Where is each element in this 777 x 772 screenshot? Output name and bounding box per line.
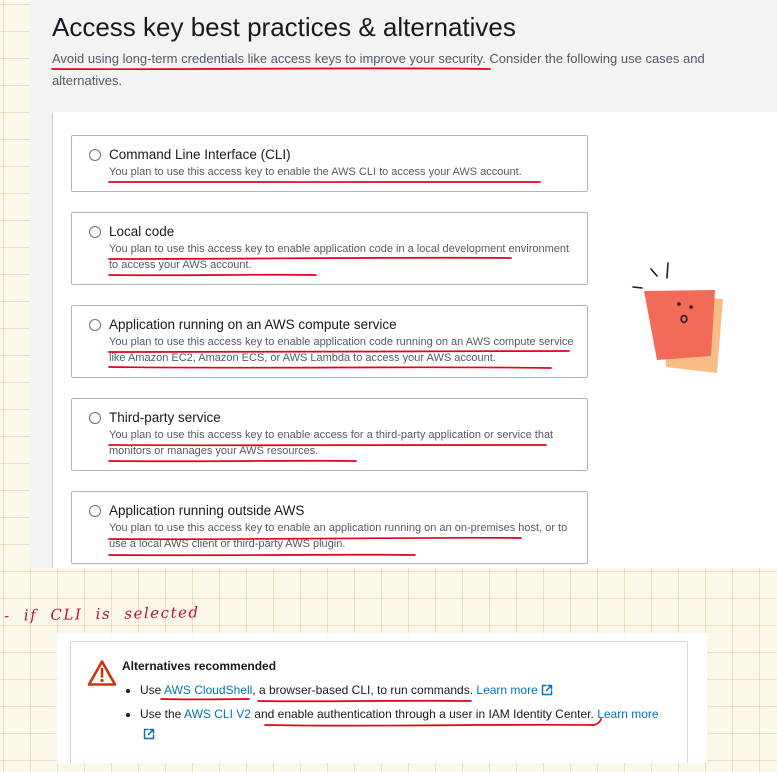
option-description: You plan to use this access key to enabl… [109, 429, 554, 457]
learn-more-label: Learn more [597, 707, 659, 721]
page-description: Avoid using long-term credentials like a… [52, 51, 705, 88]
aws-cloudshell-link[interactable]: AWS CloudShell [164, 683, 252, 697]
sparkle-stroke [632, 286, 643, 289]
option-local-code[interactable]: Local code You plan to use this access k… [71, 212, 588, 285]
doodle-eye [689, 305, 693, 309]
external-link-arrow [545, 684, 553, 692]
external-link-arrow [147, 728, 155, 736]
handwritten-note: - if CLI is selected [3, 603, 200, 625]
sticky-note-front [644, 290, 715, 360]
option-cli[interactable]: Command Line Interface (CLI) You plan to… [71, 135, 588, 192]
option-title: Third-party service [109, 410, 221, 425]
external-link-icon [143, 728, 155, 740]
radio-button[interactable] [89, 226, 101, 238]
radio-button[interactable] [89, 319, 101, 331]
item-text: Use the [140, 707, 185, 721]
item-text: Use [140, 683, 165, 697]
external-link-icon [541, 684, 553, 696]
sticky-note-doodle [632, 262, 723, 373]
radio-button[interactable] [89, 412, 101, 424]
radio-button[interactable] [89, 505, 101, 517]
page-title: Access key best practices & alternatives [52, 12, 516, 42]
aws-cli-v2-link[interactable]: AWS CLI V2 [184, 707, 251, 721]
sparkle-stroke [666, 262, 669, 279]
option-third-party-service[interactable]: Third-party service You plan to use this… [71, 398, 588, 471]
doodle-eye [677, 302, 681, 306]
option-title: Application running on an AWS compute se… [109, 317, 397, 332]
option-description: You plan to use this access key to enabl… [109, 336, 574, 364]
warning-dot [100, 678, 104, 683]
list-item: Use the AWS CLI V2 and enable authentica… [140, 704, 660, 744]
option-title: Command Line Interface (CLI) [109, 147, 291, 162]
item-text: , a browser-based CLI, to run commands. [252, 683, 477, 697]
warning-icon [87, 660, 117, 686]
sparkle-stroke [650, 268, 658, 277]
use-case-radio-group: Command Line Interface (CLI) You plan to… [71, 135, 588, 564]
alert-title: Alternatives recommended [122, 659, 277, 673]
alternatives-screenshot: Alternatives recommended Use AWS CloudSh… [57, 633, 707, 763]
option-title: Application running outside AWS [109, 503, 305, 518]
option-description: You plan to use this access key to enabl… [109, 243, 570, 271]
radio-button[interactable] [89, 149, 101, 161]
option-title: Local code [109, 224, 175, 239]
list-item: Use AWS CloudShell, a browser-based CLI,… [140, 680, 660, 700]
item-text: and enable authentication through a user… [250, 707, 598, 721]
option-aws-compute-service[interactable]: Application running on an AWS compute se… [71, 305, 588, 378]
option-description: You plan to use this access key to enabl… [109, 522, 568, 550]
alternatives-list: Use AWS CloudShell, a browser-based CLI,… [122, 680, 660, 748]
learn-more-link[interactable]: Learn more [476, 683, 553, 697]
learn-more-label: Learn more [476, 683, 538, 697]
option-outside-aws[interactable]: Application running outside AWS You plan… [71, 491, 588, 564]
warning-alert: Alternatives recommended Use AWS CloudSh… [70, 641, 688, 763]
option-description: You plan to use this access key to enabl… [109, 166, 522, 178]
